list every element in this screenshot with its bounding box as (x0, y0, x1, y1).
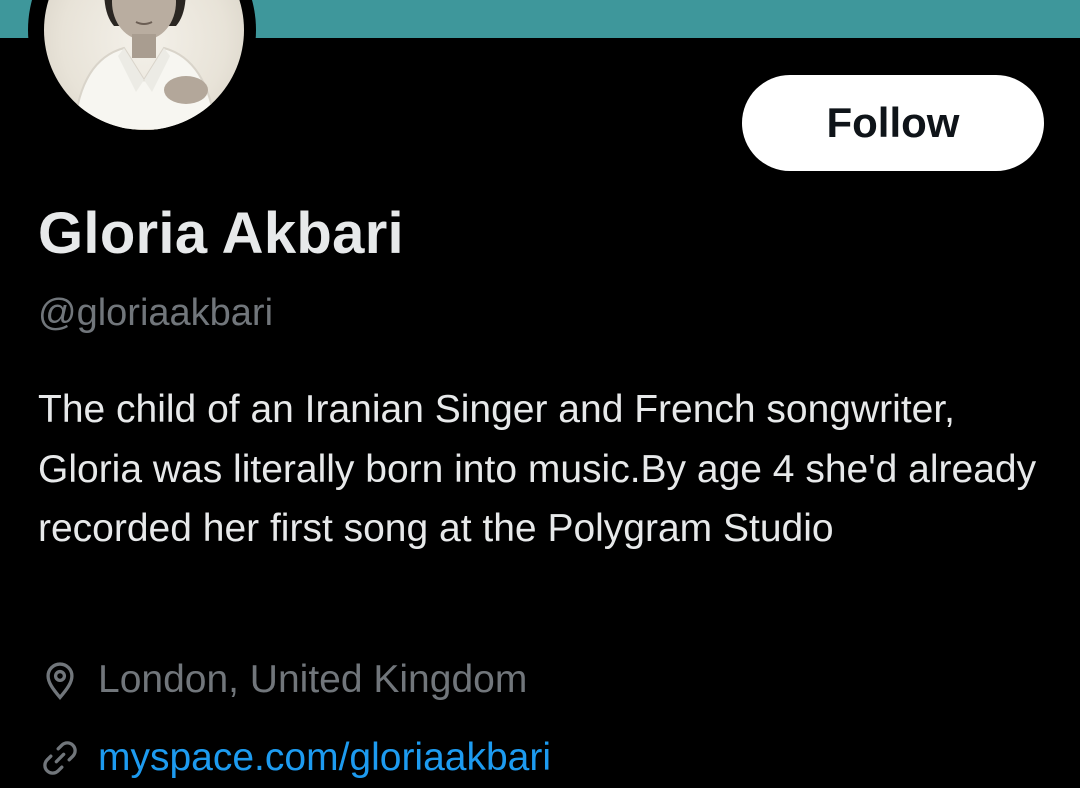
profile-bio: The child of an Iranian Singer and Frenc… (38, 388, 1037, 550)
link-icon (38, 736, 82, 780)
website-link[interactable]: myspace.com/gloriaakbari (98, 736, 551, 780)
location-text: London, United Kingdom (98, 658, 528, 701)
website-row: myspace.com/gloriaakbari (38, 728, 551, 788)
follow-button[interactable]: Follow (742, 75, 1044, 171)
avatar-frame (28, 0, 256, 144)
map-pin-icon (38, 658, 82, 702)
display-name: Gloria Akbari (38, 201, 404, 266)
user-handle: @gloriaakbari (38, 292, 274, 334)
location-row: London, United Kingdom (38, 650, 527, 710)
profile-photo-image (72, 0, 218, 130)
avatar[interactable] (44, 0, 244, 130)
